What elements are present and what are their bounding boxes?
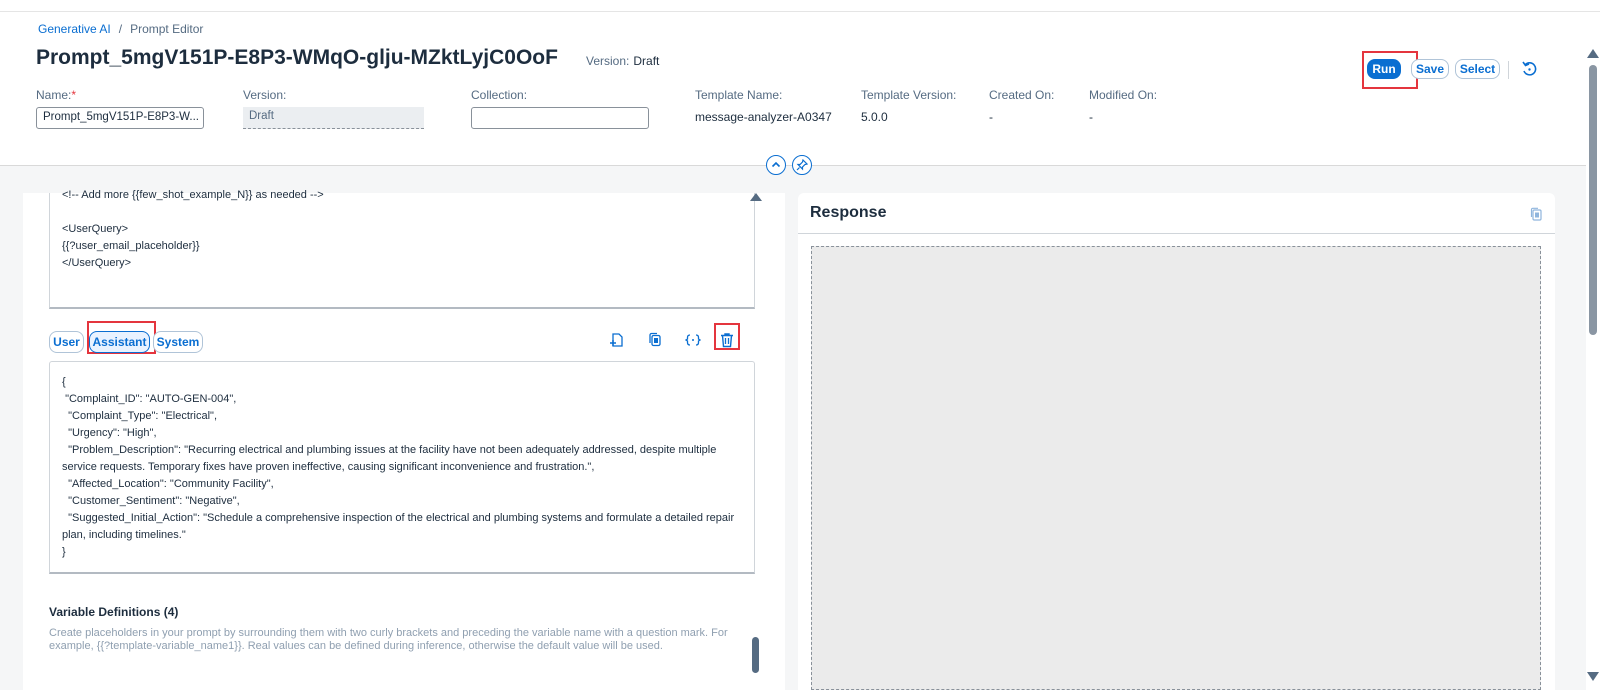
collection-label: Collection: bbox=[471, 88, 528, 102]
page-scrollbar[interactable] bbox=[1586, 12, 1600, 690]
breadcrumb-generative-ai[interactable]: Generative AI bbox=[38, 22, 111, 36]
copy-icon[interactable] bbox=[1529, 207, 1543, 221]
modified-on-label: Modified On: bbox=[1089, 88, 1158, 102]
assistant-message-editor[interactable]: { "Complaint_ID": "AUTO-GEN-004", "Compl… bbox=[49, 361, 755, 574]
name-label: Name:* bbox=[36, 88, 204, 102]
response-output-area bbox=[811, 246, 1541, 690]
header-actions: Run Save Select bbox=[1286, 47, 1586, 89]
message-toolbar bbox=[608, 323, 768, 355]
previous-message-editor[interactable]: <!-- Add more {{few_shot_example_N}} as … bbox=[49, 189, 755, 309]
header-version: Version: Draft bbox=[586, 54, 659, 68]
header-toggle-group bbox=[766, 155, 826, 177]
prompt-fields: Name:* Prompt_5mgV151P-E8P3-W... Version… bbox=[36, 88, 1336, 148]
variable-icon[interactable] bbox=[684, 331, 702, 349]
top-strip bbox=[0, 0, 1600, 12]
response-divider bbox=[798, 233, 1555, 234]
prompt-editor-pane: <!-- Add more {{few_shot_example_N}} as … bbox=[23, 189, 785, 690]
required-marker: * bbox=[71, 88, 77, 102]
previous-message-text: <!-- Add more {{few_shot_example_N}} as … bbox=[62, 189, 324, 269]
page-scroll-down-icon[interactable] bbox=[1587, 672, 1599, 681]
template-version-value: 5.0.0 bbox=[861, 110, 888, 124]
editor-scrollbar-thumb[interactable] bbox=[752, 637, 759, 673]
page-scroll-up-icon[interactable] bbox=[1587, 49, 1599, 58]
template-version-group: Template Version: 5.0.0 bbox=[861, 88, 956, 124]
modified-on-value: - bbox=[1089, 110, 1093, 124]
role-assistant-button[interactable]: Assistant bbox=[89, 331, 150, 353]
name-field-group: Name:* Prompt_5mgV151P-E8P3-W... bbox=[36, 88, 204, 129]
copy-icon[interactable] bbox=[646, 331, 664, 349]
page-title: Prompt_5mgV151P-E8P3-WMqO-glju-MZktLyjC0… bbox=[36, 46, 558, 69]
created-on-group: Created On: - bbox=[989, 88, 1054, 124]
variable-definitions-description: Create placeholders in your prompt by su… bbox=[49, 627, 728, 652]
template-name-value: message-analyzer-A0347 bbox=[695, 110, 832, 124]
role-system-button[interactable]: System bbox=[153, 331, 203, 353]
delete-icon[interactable] bbox=[718, 331, 736, 349]
scroll-up-arrow-icon[interactable] bbox=[750, 193, 762, 201]
header-version-value: Draft bbox=[633, 54, 660, 68]
undo-icon[interactable] bbox=[1520, 60, 1538, 78]
response-title: Response bbox=[810, 204, 887, 221]
collection-field-group: Collection: bbox=[471, 88, 649, 129]
chevron-up-icon[interactable] bbox=[766, 155, 786, 175]
page-scrollbar-thumb[interactable] bbox=[1589, 65, 1597, 335]
pin-icon[interactable] bbox=[792, 155, 812, 175]
breadcrumb-separator: / bbox=[118, 22, 123, 36]
name-input[interactable]: Prompt_5mgV151P-E8P3-W... bbox=[36, 107, 204, 129]
created-on-label: Created On: bbox=[989, 88, 1055, 102]
created-on-value: - bbox=[989, 110, 993, 124]
response-panel: Response bbox=[798, 193, 1555, 690]
assistant-message-text: { "Complaint_ID": "AUTO-GEN-004", "Compl… bbox=[62, 376, 735, 558]
template-version-label: Template Version: bbox=[861, 88, 957, 102]
version-field-group: Version: Draft bbox=[243, 88, 424, 129]
editor-scrollbar[interactable] bbox=[748, 193, 762, 690]
version-input: Draft bbox=[243, 107, 424, 129]
page-header: Generative AI / Prompt Editor Prompt_5mgV1… bbox=[0, 12, 1586, 166]
collection-input[interactable] bbox=[471, 107, 649, 129]
actions-divider bbox=[1508, 61, 1509, 79]
name-label-text: Name: bbox=[36, 88, 72, 102]
modified-on-group: Modified On: - bbox=[1089, 88, 1157, 124]
save-button[interactable]: Save bbox=[1411, 59, 1449, 79]
version-label: Version: bbox=[243, 88, 287, 102]
template-name-group: Template Name: message-analyzer-A0347 bbox=[695, 88, 832, 124]
breadcrumb-current: Prompt Editor bbox=[130, 22, 204, 36]
variable-definitions-title: Variable Definitions (4) bbox=[49, 605, 179, 619]
add-message-icon[interactable] bbox=[608, 331, 626, 349]
role-user-button[interactable]: User bbox=[49, 331, 84, 353]
run-button[interactable]: Run bbox=[1367, 59, 1401, 79]
template-name-label: Template Name: bbox=[695, 88, 783, 102]
breadcrumb: Generative AI / Prompt Editor bbox=[38, 22, 203, 36]
header-version-label: Version: bbox=[586, 54, 630, 68]
select-button[interactable]: Select bbox=[1455, 59, 1500, 79]
